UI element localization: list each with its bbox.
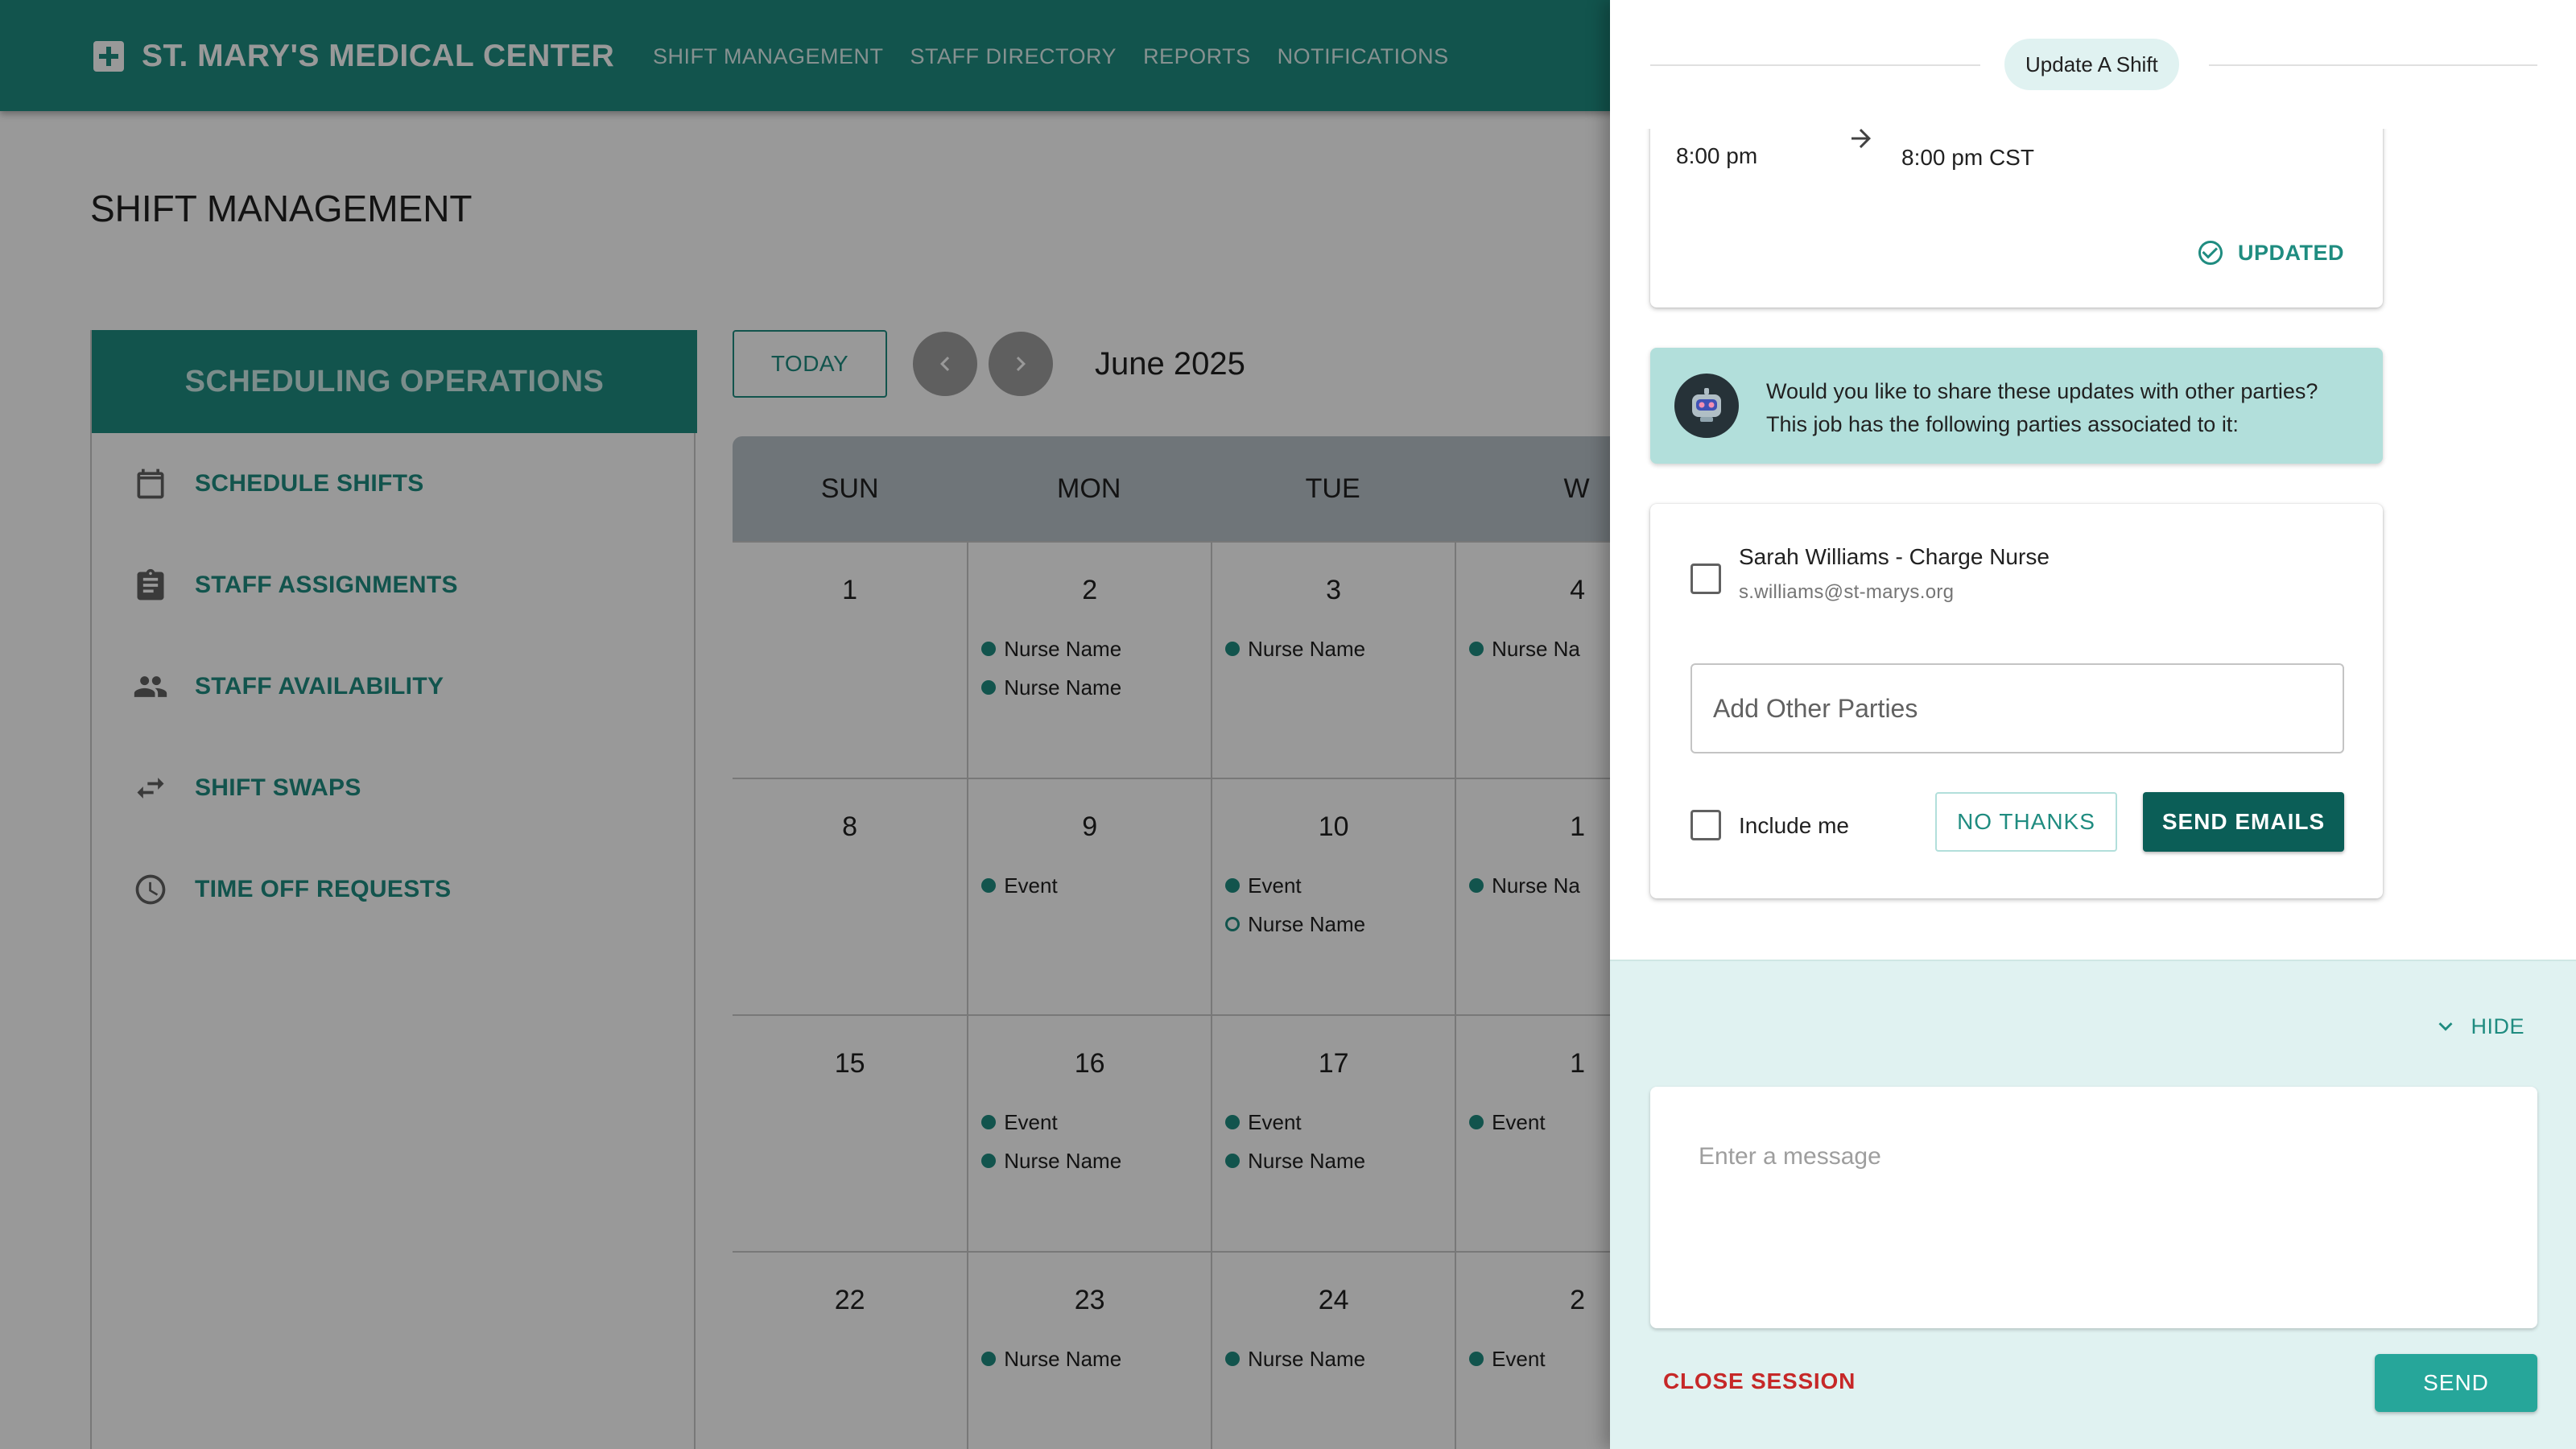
send-button[interactable]: SEND <box>2375 1354 2537 1412</box>
party-email: s.williams@st-marys.org <box>1739 581 1955 603</box>
update-shift-chip: Update A Shift <box>2004 39 2179 90</box>
parties-card: Sarah Williams - Charge Nurse s.williams… <box>1650 504 2383 898</box>
message-input[interactable] <box>1650 1087 2537 1328</box>
updated-label: UPDATED <box>2237 240 2344 265</box>
header-divider-right <box>2209 64 2537 66</box>
time-to: 8:00 pm CST <box>1901 145 2034 170</box>
robot-avatar-icon <box>1674 374 1739 438</box>
hide-button[interactable]: HIDE <box>2432 1013 2524 1040</box>
assistant-message: Would you like to share these updates wi… <box>1650 348 2383 464</box>
party-checkbox[interactable] <box>1690 564 1721 594</box>
panel-header: Update A Shift <box>1610 0 2576 129</box>
assistant-message-text: Would you like to share these updates wi… <box>1766 379 2318 436</box>
no-thanks-button[interactable]: NO THANKS <box>1935 792 2117 852</box>
hide-label: HIDE <box>2471 1013 2524 1038</box>
chevron-down-icon <box>2438 1022 2453 1031</box>
send-emails-button[interactable]: SEND EMAILS <box>2143 792 2344 852</box>
close-session-button[interactable]: CLOSE SESSION <box>1663 1368 1856 1394</box>
check-circle-icon <box>2198 241 2223 265</box>
header-divider-left <box>1650 64 1980 66</box>
updated-status: UPDATED <box>2196 238 2344 267</box>
modal-scrim[interactable] <box>0 0 1610 1449</box>
update-shift-panel: 8:00 pm 8:00 pm CST UPDATED Update A Shi… <box>1610 0 2576 1449</box>
time-from: 8:00 pm <box>1676 143 1758 168</box>
party-name: Sarah Williams - Charge Nurse <box>1739 544 2050 569</box>
add-other-parties-input[interactable] <box>1690 663 2344 753</box>
chat-composer: HIDE CLOSE SESSION SEND <box>1610 960 2576 1449</box>
include-me-checkbox[interactable] <box>1690 810 1721 840</box>
include-me-label: Include me <box>1739 813 1849 838</box>
